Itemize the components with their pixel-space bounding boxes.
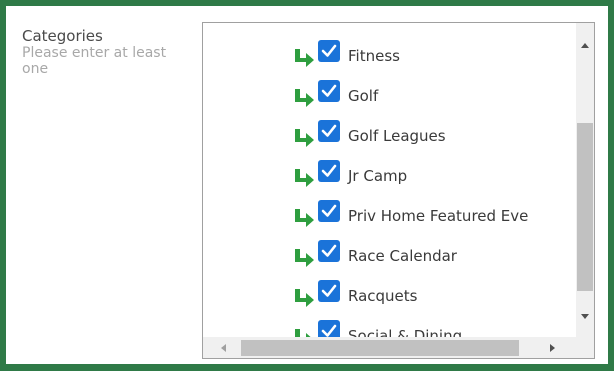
field-title: Categories	[22, 27, 103, 45]
checkbox-priv-home-featured[interactable]	[318, 200, 340, 222]
horizontal-scroll-thumb[interactable]	[241, 340, 519, 356]
arrow-return-right-icon	[295, 249, 314, 267]
arrow-return-right-icon	[295, 129, 314, 147]
category-field-panel: Categories Please enter at least one Fit…	[0, 0, 614, 371]
checkmark-icon	[321, 324, 337, 337]
checkmark-icon	[321, 124, 337, 137]
checkmark-icon	[321, 204, 337, 217]
checkbox-fitness[interactable]	[318, 40, 340, 62]
list-item-label: Priv Home Featured Eve	[348, 207, 529, 225]
field-hint: Please enter at least one	[22, 45, 167, 77]
checkmark-icon	[321, 244, 337, 257]
checkbox-golf-leagues[interactable]	[318, 120, 340, 142]
list-item-label: Social & Dining	[348, 327, 463, 337]
scrollbar-corner	[576, 337, 594, 358]
vertical-scroll-thumb[interactable]	[577, 123, 593, 291]
checkbox-race-calendar[interactable]	[318, 240, 340, 262]
arrow-return-right-icon	[295, 89, 314, 107]
scroll-up-arrow-icon[interactable]	[576, 37, 594, 55]
horizontal-scrollbar[interactable]	[203, 337, 576, 358]
vertical-scrollbar[interactable]	[576, 23, 594, 337]
checkmark-icon	[321, 284, 337, 297]
arrow-return-right-icon	[295, 329, 311, 337]
categories-listbox[interactable]: Fitness Golf Golf Leagues Jr Camp Priv H…	[202, 22, 595, 359]
arrow-return-right-icon	[295, 169, 314, 187]
list-item-label: Golf	[348, 87, 379, 105]
scroll-left-arrow-icon[interactable]	[215, 339, 233, 357]
list-item-label: Race Calendar	[348, 247, 457, 265]
checkbox-jr-camp[interactable]	[318, 160, 340, 182]
checkbox-social-dining[interactable]	[318, 320, 340, 337]
list-item-label: Racquets	[348, 287, 418, 305]
checkmark-icon	[321, 44, 337, 57]
list-viewport: Fitness Golf Golf Leagues Jr Camp Priv H…	[203, 23, 576, 337]
checkbox-golf[interactable]	[318, 80, 340, 102]
checkmark-icon	[321, 164, 337, 177]
arrow-return-right-icon	[295, 209, 314, 227]
list-item-label: Jr Camp	[348, 167, 408, 185]
list-item-label: Golf Leagues	[348, 127, 446, 145]
arrow-return-right-icon	[295, 289, 314, 307]
field-label-block: Categories Please enter at least one	[22, 27, 192, 78]
scroll-right-arrow-icon[interactable]	[543, 339, 561, 357]
checkbox-racquets[interactable]	[318, 280, 340, 302]
list-item-label: Fitness	[348, 47, 400, 65]
arrow-return-right-icon	[295, 49, 314, 67]
scroll-down-arrow-icon[interactable]	[576, 307, 594, 325]
checkmark-icon	[321, 84, 337, 97]
